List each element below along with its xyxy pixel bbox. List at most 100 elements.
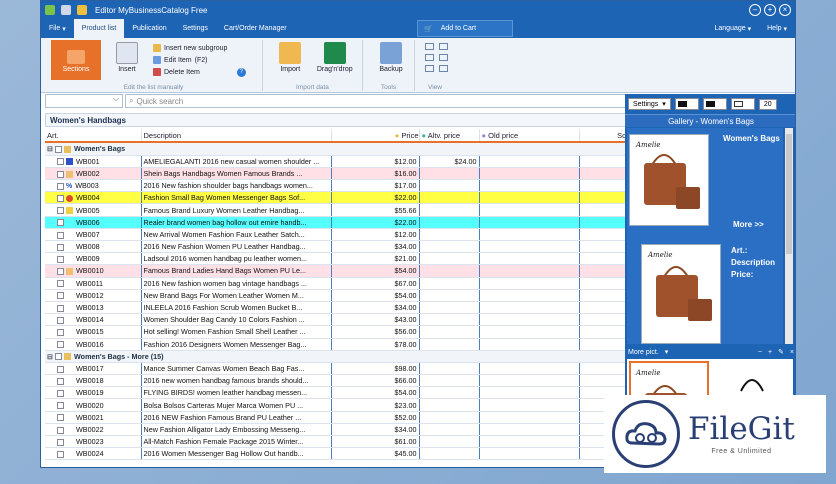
menu-publication[interactable]: Publication	[124, 19, 174, 38]
view-tile-icon[interactable]	[439, 54, 448, 61]
row-checkbox[interactable]	[57, 377, 64, 385]
delete-picture-icon[interactable]: ×	[790, 349, 794, 356]
user-icon[interactable]	[77, 5, 87, 15]
view-list-icon[interactable]	[425, 43, 434, 50]
add-picture-icon[interactable]: +	[768, 349, 772, 356]
color-swatch-1[interactable]	[674, 98, 699, 110]
card-add-to-cart[interactable]: Add to Cart	[667, 334, 705, 341]
table-row[interactable]: WB0014 Women Shoulder Bag Candy 10 Colors…	[45, 313, 653, 327]
font-size-field[interactable]: 20	[758, 98, 777, 110]
table-row[interactable]: WB0020 Bolsa Bolsos Carteras Mujer Marca …	[45, 398, 653, 412]
filter-combo[interactable]	[45, 94, 123, 108]
group-row[interactable]: ⊟ Women's Bags	[45, 143, 653, 156]
row-checkbox[interactable]	[57, 389, 64, 397]
gallery-settings-button[interactable]: Settings ▾	[628, 98, 671, 110]
close-button[interactable]: ×	[779, 4, 791, 16]
table-row[interactable]: WB004 Fashion Small Bag Women Messenger B…	[45, 191, 653, 205]
table-row[interactable]: WB009 Ladsoul 2016 women handbag pu leath…	[45, 252, 653, 266]
remove-picture-icon[interactable]: −	[758, 349, 762, 356]
maximize-button[interactable]: +	[764, 4, 776, 16]
menu-product-list[interactable]: Product list	[73, 19, 125, 38]
row-checkbox[interactable]	[57, 182, 64, 190]
group-checkbox[interactable]	[55, 145, 63, 153]
help-icon[interactable]: ?	[236, 67, 246, 77]
row-checkbox[interactable]	[57, 341, 64, 349]
edit-picture-icon[interactable]: ✎	[778, 348, 784, 356]
table-row[interactable]: WB0016 Fashion 2016 Designers Women Messe…	[45, 338, 653, 351]
row-checkbox[interactable]	[57, 158, 64, 166]
gallery-scrollbar-thumb[interactable]	[786, 134, 792, 254]
menu-cart-order-manager[interactable]: Cart/Order Manager	[216, 19, 295, 38]
row-checkbox[interactable]	[57, 402, 64, 410]
gallery-card-1[interactable]: Amelie	[629, 134, 709, 226]
col-art[interactable]: Art.	[45, 129, 142, 141]
expand-icon[interactable]: ⊟	[47, 352, 53, 361]
table-row[interactable]: WB008 2016 New Fashion Women PU Leather H…	[45, 240, 653, 254]
more-pictures-dropdown-icon[interactable]: ▾	[665, 348, 669, 356]
menu-settings[interactable]: Settings	[175, 19, 216, 38]
table-row[interactable]: WB0024 2016 Women Messenger Bag Hollow Ou…	[45, 447, 653, 461]
add-to-cart-button[interactable]: 🛒 Add to Cart	[417, 20, 513, 37]
row-checkbox[interactable]	[57, 255, 64, 263]
table-row[interactable]: WB0011 2016 New fashion women bag vintage…	[45, 277, 653, 290]
row-checkbox[interactable]	[57, 329, 64, 336]
table-row[interactable]: WB0019 FLYING BIRDS! women leather handba…	[45, 386, 653, 400]
menu-help[interactable]: Help ▾	[759, 19, 795, 38]
row-checkbox[interactable]	[57, 268, 64, 276]
edit-item-button[interactable]: Edit Item (F2)	[153, 54, 246, 66]
view-grid-icon[interactable]	[439, 43, 448, 50]
row-checkbox[interactable]	[57, 450, 64, 458]
table-row[interactable]: WB0022 New Fashion Alligator Lady Embossi…	[45, 423, 653, 437]
row-checkbox[interactable]	[57, 243, 64, 251]
col-old-price[interactable]: ● Old price	[479, 129, 580, 141]
row-checkbox[interactable]	[57, 365, 64, 373]
menu-language[interactable]: Language ▾	[707, 19, 760, 38]
color-swatch-2[interactable]	[702, 98, 727, 110]
row-checkbox[interactable]	[57, 426, 64, 434]
table-row[interactable]: WB0012 New Brand Bags For Women Leather W…	[45, 289, 653, 302]
sections-button[interactable]: Sections	[51, 40, 101, 80]
backup-button[interactable]: Backup	[369, 40, 413, 73]
col-altv-price[interactable]: ● Altv. price	[419, 129, 480, 141]
view-card-icon[interactable]	[439, 65, 448, 72]
menu-file[interactable]: File ▾	[41, 19, 74, 38]
table-row[interactable]: WB002 Shein Bags Handbags Women Famous Br…	[45, 167, 653, 181]
search-field[interactable]: ⌕ Quick search ×	[125, 94, 661, 108]
gallery-scrollbar[interactable]	[785, 128, 793, 344]
table-row[interactable]: WB001 AMELIEGALANTI 2016 new casual women…	[45, 155, 653, 168]
group-row[interactable]: ⊟ Women's Bags - More (15)	[45, 350, 653, 363]
table-row[interactable]: WB007 New Arrival Women Fashion Faux Leat…	[45, 228, 653, 242]
row-checkbox[interactable]	[57, 231, 64, 239]
save-icon[interactable]	[61, 5, 71, 15]
group-checkbox[interactable]	[55, 353, 63, 361]
row-checkbox[interactable]	[57, 316, 64, 324]
row-checkbox[interactable]	[57, 414, 64, 422]
row-checkbox[interactable]	[57, 170, 64, 178]
row-checkbox[interactable]	[57, 280, 64, 288]
more-link[interactable]: More >>	[733, 220, 764, 229]
table-row[interactable]: WB0017 Mance Summer Canvas Women Beach Ba…	[45, 362, 653, 376]
view-compact-icon[interactable]	[425, 65, 434, 72]
table-row[interactable]: WB006 Realer brand women bag hollow out e…	[45, 216, 653, 229]
table-row[interactable]: % WB003 2016 New fashion shoulder bags han…	[45, 179, 653, 193]
table-row[interactable]: WB0021 2016 NEW Fashion Famous Brand PU L…	[45, 411, 653, 424]
table-row[interactable]: WB005 Famous Brand Luxury Women Leather H…	[45, 203, 653, 217]
delete-item-button[interactable]: Delete Item ?	[153, 66, 246, 78]
table-row[interactable]: WB0010 Famous Brand Ladies Hand Bags Wome…	[45, 264, 653, 278]
expand-icon[interactable]: ⊟	[47, 144, 53, 153]
row-checkbox[interactable]	[57, 207, 64, 215]
gallery-card-2[interactable]: Amelie	[641, 244, 721, 344]
row-checkbox[interactable]	[57, 438, 64, 446]
view-detail-icon[interactable]	[425, 54, 434, 61]
col-description[interactable]: Description	[141, 129, 332, 141]
row-checkbox[interactable]	[57, 304, 64, 312]
insert-subgroup-button[interactable]: Insert new subgroup	[153, 42, 246, 54]
table-row[interactable]: WB0018 2016 new women handbag famous bran…	[45, 374, 653, 388]
table-row[interactable]: WB0023 All-Match Fashion Female Package 2…	[45, 435, 653, 449]
row-checkbox[interactable]	[57, 292, 64, 300]
table-row[interactable]: WB0015 Hot selling! Women Fashion Small S…	[45, 325, 653, 339]
minimize-button[interactable]: –	[749, 4, 761, 16]
table-row[interactable]: WB0013 INLEELA 2016 Fashion Scrub Women B…	[45, 301, 653, 315]
col-price[interactable]: ● Price	[331, 129, 420, 141]
color-swatch-3[interactable]	[730, 98, 755, 110]
